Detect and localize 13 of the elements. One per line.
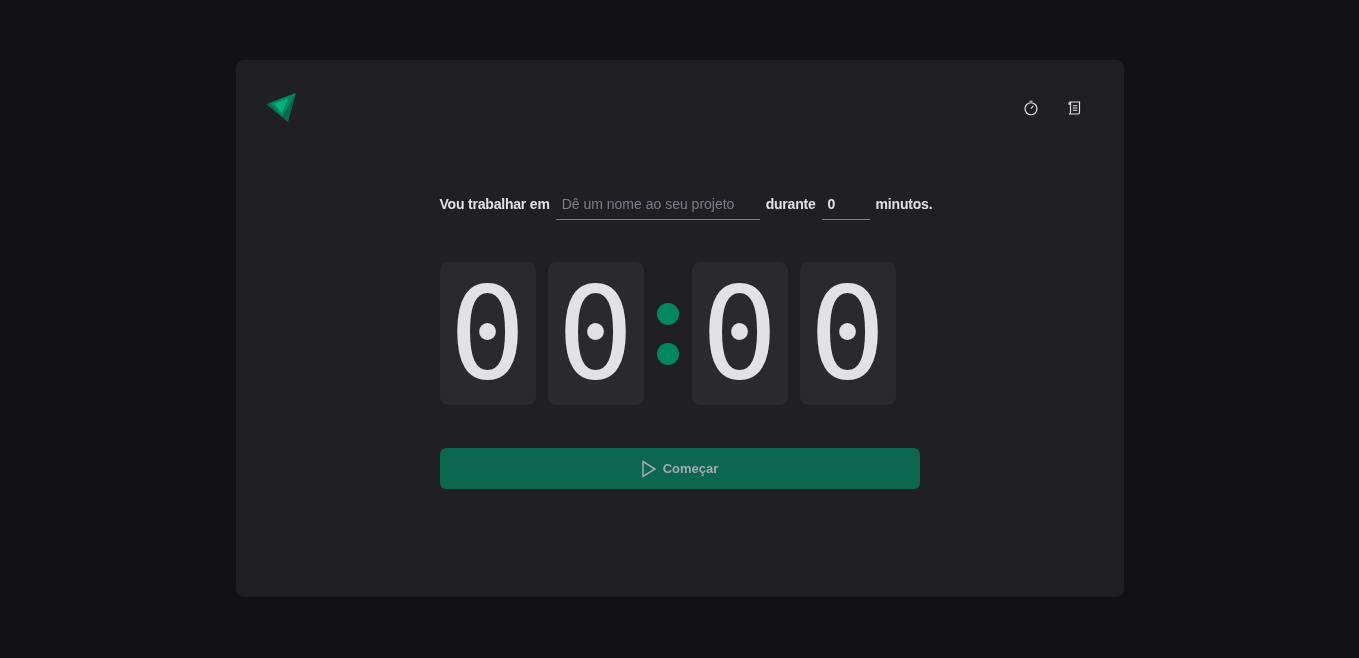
timer-digit: 0 [439, 262, 536, 405]
timer-digit: 0 [691, 262, 788, 405]
colon-icon [655, 301, 680, 366]
task-input[interactable]: Dê um nome ao seu projeto [555, 188, 760, 220]
logo-icon [265, 92, 298, 124]
form-text: durante [765, 196, 816, 212]
form-text: minutos. [875, 196, 933, 212]
form-text: Vou trabalhar em [439, 196, 550, 212]
minutes-input[interactable]: 0 [821, 188, 870, 220]
stopwatch-icon [1021, 99, 1040, 117]
play-icon [640, 459, 657, 478]
timer-digit: 0 [547, 262, 644, 405]
timer-digit: 0 [799, 262, 896, 405]
